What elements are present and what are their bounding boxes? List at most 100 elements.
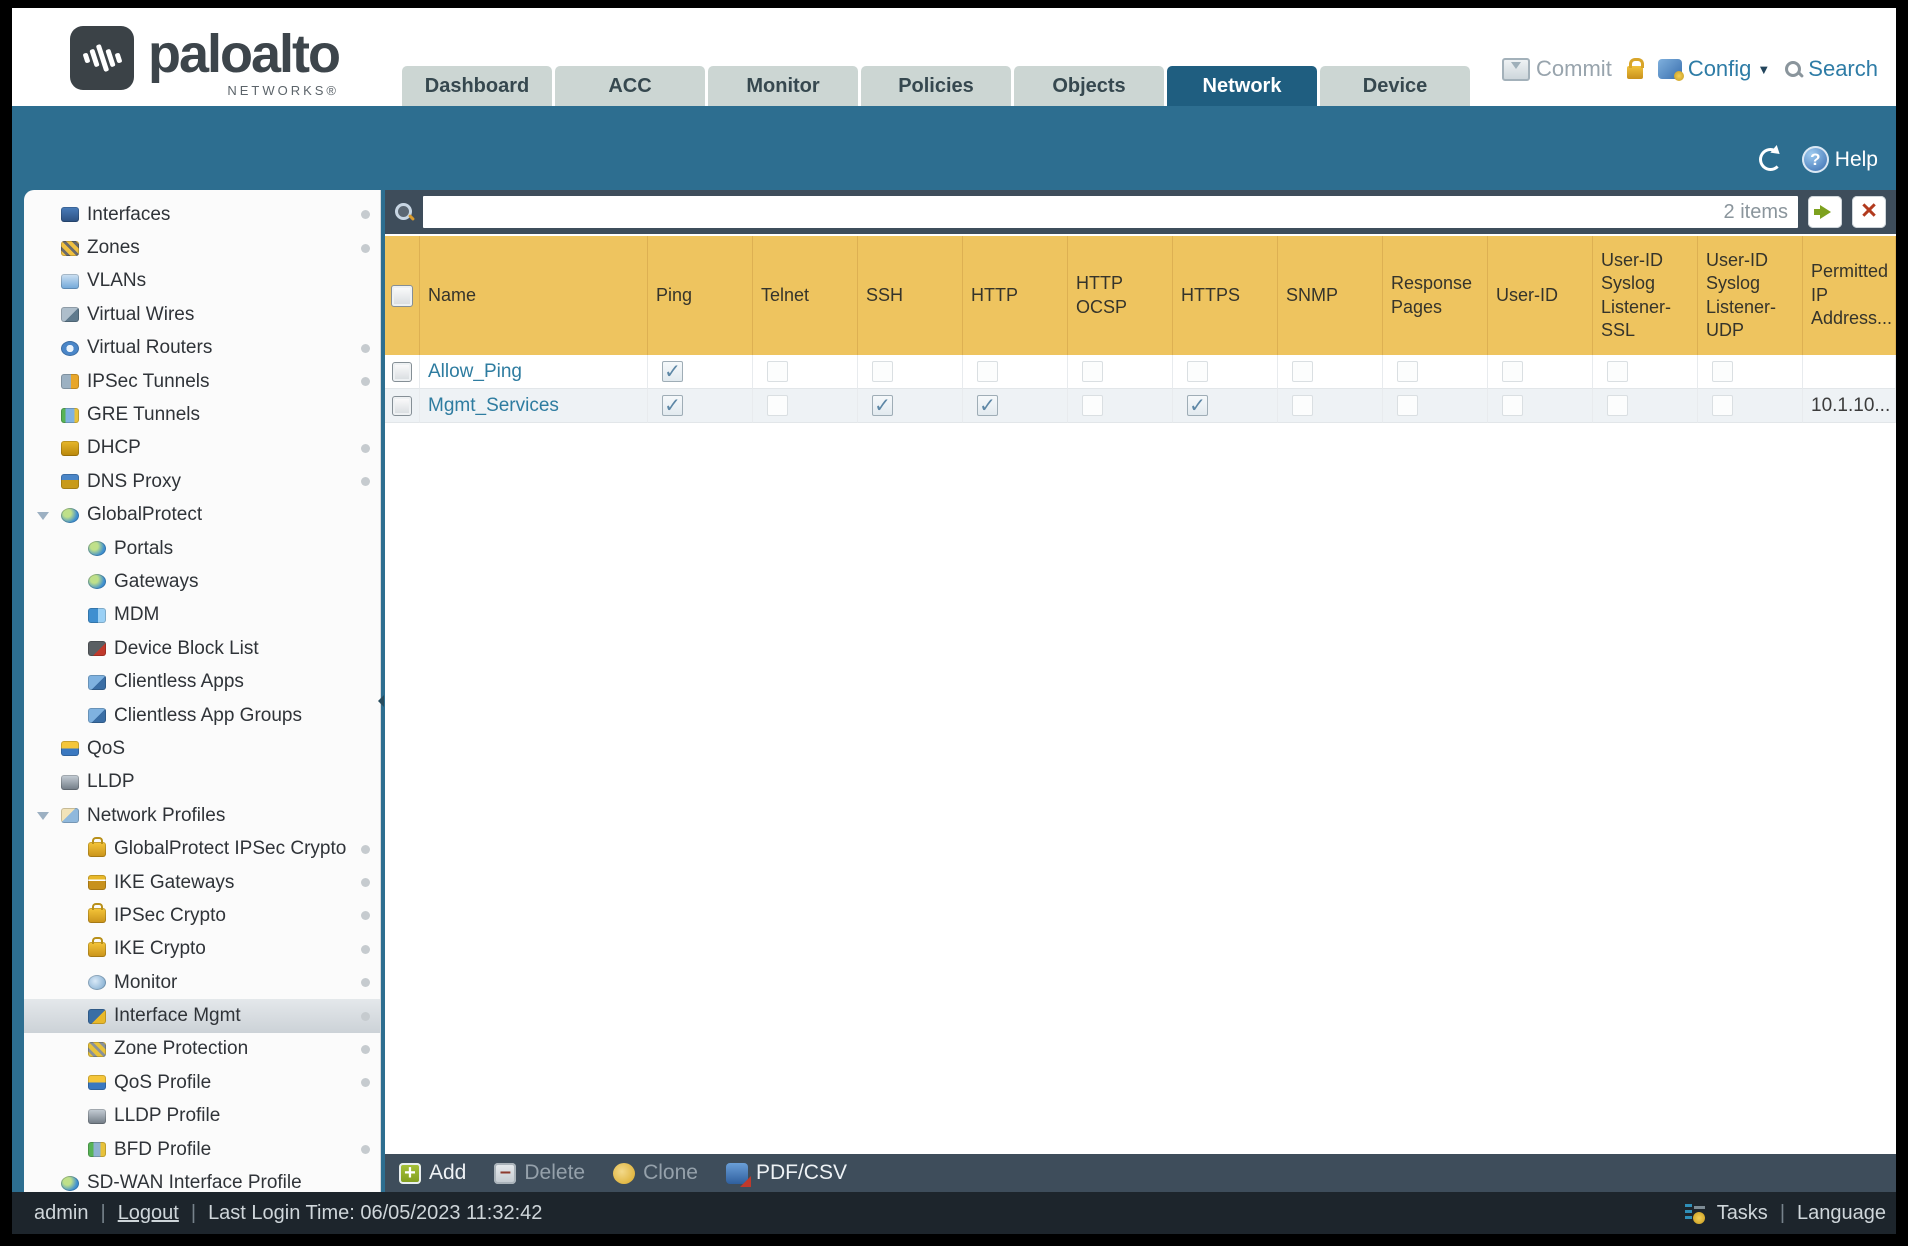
lock-icon[interactable] bbox=[1626, 58, 1644, 79]
item-dot bbox=[361, 1078, 370, 1088]
tasks-link[interactable]: Tasks bbox=[1717, 1202, 1768, 1225]
unchecked-box bbox=[1502, 395, 1523, 416]
sidebar-item-portals[interactable]: Portals bbox=[24, 532, 380, 565]
sidebar-item-vlans[interactable]: VLANs bbox=[24, 265, 380, 298]
column-header-name[interactable]: Name bbox=[420, 236, 648, 355]
last-login-time: Last Login Time: 06/05/2023 11:32:42 bbox=[208, 1201, 543, 1224]
sidebar-item-zones[interactable]: Zones bbox=[24, 231, 380, 264]
main-panel: 2 items × Name Ping Telnet SSH HTTP HTTP OCSP… bbox=[385, 190, 1896, 1192]
sidebar-item-qos[interactable]: QoS bbox=[24, 732, 380, 765]
name-cell: Allow_Ping bbox=[420, 355, 648, 389]
sidebar-item-zone-protection[interactable]: Zone Protection bbox=[24, 1033, 380, 1066]
row-checkbox[interactable] bbox=[392, 361, 412, 382]
refresh-icon[interactable] bbox=[1758, 148, 1782, 171]
checked-icon: ✓ bbox=[977, 395, 998, 416]
column-header-permitted-ip-address[interactable]: Permitted IP Address... bbox=[1803, 236, 1896, 355]
sidebar-item-globalprotect-ipsec-crypto[interactable]: GlobalProtect IPSec Crypto bbox=[24, 832, 380, 865]
help-button[interactable]: ? Help bbox=[1801, 146, 1878, 173]
item-dot bbox=[361, 1011, 370, 1021]
sidebar-item-mdm[interactable]: MDM bbox=[24, 599, 380, 632]
sidebar-item-interface-mgmt[interactable]: Interface Mgmt bbox=[24, 999, 380, 1033]
sidebar-item-label: Interface Mgmt bbox=[114, 1005, 241, 1027]
row-checkbox[interactable] bbox=[392, 395, 412, 416]
select-all-checkbox[interactable] bbox=[391, 284, 413, 307]
column-header-ssh[interactable]: SSH bbox=[858, 236, 963, 355]
sidebar-item-lldp-profile[interactable]: LLDP Profile bbox=[24, 1100, 380, 1133]
sidebar-item-label: Virtual Routers bbox=[87, 337, 213, 359]
apply-filter-button[interactable] bbox=[1808, 196, 1842, 228]
column-header-snmp[interactable]: SNMP bbox=[1278, 236, 1383, 355]
clone-button[interactable]: Clone bbox=[613, 1161, 698, 1185]
top-header: paloalto NETWORKS® Dashboard ACC Monitor Po… bbox=[12, 8, 1896, 106]
add-button[interactable]: Add bbox=[399, 1161, 466, 1185]
tab-monitor[interactable]: Monitor bbox=[708, 66, 858, 106]
column-header-telnet[interactable]: Telnet bbox=[753, 236, 858, 355]
sidebar-collapse-icon[interactable] bbox=[378, 695, 384, 707]
cell-http: ✓ bbox=[963, 389, 1068, 423]
sidebar-item-ipsec-tunnels[interactable]: IPSec Tunnels bbox=[24, 365, 380, 398]
cell-telnet bbox=[753, 389, 858, 423]
column-header-http-ocsp[interactable]: HTTP OCSP bbox=[1068, 236, 1173, 355]
unchecked-box bbox=[872, 361, 893, 382]
sidebar-item-network-profiles[interactable]: Network Profiles bbox=[24, 799, 380, 832]
sidebar-item-clientless-app-groups[interactable]: Clientless App Groups bbox=[24, 699, 380, 732]
row-name-link[interactable]: Mgmt_Services bbox=[428, 395, 559, 417]
tab-objects[interactable]: Objects bbox=[1014, 66, 1164, 106]
column-header-user-id[interactable]: User-ID bbox=[1488, 236, 1593, 355]
sidebar-item-dns-proxy[interactable]: DNS Proxy bbox=[24, 465, 380, 498]
sidebar-item-dhcp[interactable]: DHCP bbox=[24, 432, 380, 465]
column-header-https[interactable]: HTTPS bbox=[1173, 236, 1278, 355]
sidebar-item-lldp[interactable]: LLDP bbox=[24, 766, 380, 799]
sidebar-item-ipsec-crypto[interactable]: IPSec Crypto bbox=[24, 899, 380, 932]
sidebar-item-virtual-routers[interactable]: Virtual Routers bbox=[24, 332, 380, 365]
pdf-csv-button[interactable]: PDF/CSV bbox=[725, 1161, 847, 1187]
expander-icon[interactable] bbox=[37, 812, 49, 821]
lldp-icon bbox=[61, 774, 79, 790]
column-header-user-id-syslog-listener-udp[interactable]: User-ID Syslog Listener-UDP bbox=[1698, 236, 1803, 355]
checked-icon: ✓ bbox=[662, 395, 683, 416]
item-dot bbox=[361, 443, 370, 453]
sidebar-item-monitor[interactable]: Monitor bbox=[24, 966, 380, 999]
row-name-link[interactable]: Allow_Ping bbox=[428, 361, 522, 383]
column-header-response-pages[interactable]: Response Pages bbox=[1383, 236, 1488, 355]
sidebar-item-clientless-apps[interactable]: Clientless Apps bbox=[24, 665, 380, 698]
sidebar-item-interfaces[interactable]: Interfaces bbox=[24, 198, 380, 231]
sidebar-item-label: Gateways bbox=[114, 570, 199, 592]
commit-button[interactable]: Commit bbox=[1502, 56, 1612, 82]
sidebar-item-device-block-list[interactable]: Device Block List bbox=[24, 632, 380, 665]
column-header-http[interactable]: HTTP bbox=[963, 236, 1068, 355]
column-header-ping[interactable]: Ping bbox=[648, 236, 753, 355]
column-header-user-id-syslog-listener-ssl[interactable]: User-ID Syslog Listener-SSL bbox=[1593, 236, 1698, 355]
sidebar-item-ike-gateways[interactable]: IKE Gateways bbox=[24, 866, 380, 899]
sidebar-item-globalprotect[interactable]: GlobalProtect bbox=[24, 499, 380, 532]
sidebar-item-qos-profile[interactable]: QoS Profile bbox=[24, 1066, 380, 1099]
sidebar-item-label: LLDP Profile bbox=[114, 1105, 221, 1127]
sidebar-item-ike-crypto[interactable]: IKE Crypto bbox=[24, 933, 380, 966]
tab-dashboard[interactable]: Dashboard bbox=[402, 66, 552, 106]
clear-filter-button[interactable]: × bbox=[1852, 196, 1886, 228]
gre-tunnels-icon bbox=[61, 407, 79, 423]
sidebar-item-sd-wan-interface-profile[interactable]: SD-WAN Interface Profile bbox=[24, 1166, 380, 1192]
logout-link[interactable]: Logout bbox=[118, 1202, 179, 1225]
language-link[interactable]: Language bbox=[1797, 1202, 1886, 1225]
lldp-icon bbox=[88, 1108, 106, 1124]
expander-icon[interactable] bbox=[37, 511, 49, 520]
cell-user-id-syslog-listener-ssl bbox=[1593, 355, 1698, 389]
sidebar-item-label: QoS bbox=[87, 737, 126, 759]
global-search-button[interactable]: Search bbox=[1785, 56, 1878, 82]
tab-acc[interactable]: ACC bbox=[555, 66, 705, 106]
tab-device[interactable]: Device bbox=[1320, 66, 1470, 106]
vlans-icon bbox=[61, 273, 79, 289]
config-menu-button[interactable]: Config ▼ bbox=[1657, 56, 1770, 82]
delete-button[interactable]: Delete bbox=[494, 1161, 585, 1185]
item-dot bbox=[361, 243, 370, 253]
sidebar-item-gre-tunnels[interactable]: GRE Tunnels bbox=[24, 398, 380, 431]
tab-policies[interactable]: Policies bbox=[861, 66, 1011, 106]
tab-network[interactable]: Network bbox=[1167, 66, 1317, 106]
search-label: Search bbox=[1808, 56, 1878, 81]
item-dot bbox=[361, 377, 370, 387]
sidebar-item-virtual-wires[interactable]: Virtual Wires bbox=[24, 298, 380, 331]
sidebar-item-gateways[interactable]: Gateways bbox=[24, 565, 380, 598]
sidebar-item-bfd-profile[interactable]: BFD Profile bbox=[24, 1133, 380, 1166]
filter-input[interactable] bbox=[423, 196, 1798, 228]
